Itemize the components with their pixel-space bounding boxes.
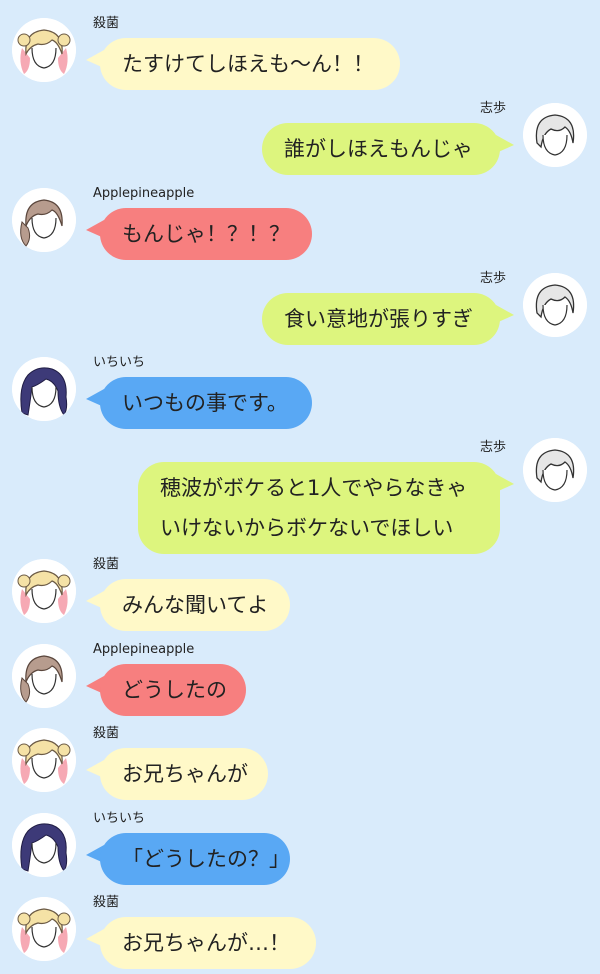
message-row: いちいちいつもの事です。 [0, 351, 600, 429]
message-text: 穂波がボケると1人でやらなきゃ [160, 476, 468, 500]
gray-hair-avatar-icon[interactable] [523, 273, 587, 337]
gray-hair-avatar-icon[interactable] [523, 103, 587, 167]
message-bubble[interactable]: どうしたの [100, 664, 246, 716]
message-row: 殺菌たすけてしほえも〜ん！！ [0, 12, 600, 90]
brown-sidetail-avatar-icon[interactable] [12, 188, 76, 252]
message-bubble[interactable]: 誰がしほえもんじゃ [262, 123, 500, 175]
message-bubble[interactable]: もんじゃ！？！？ [100, 208, 312, 260]
gray-hair-avatar-icon[interactable] [523, 438, 587, 502]
message-row: 志歩食い意地が張りすぎ [0, 267, 600, 345]
chat-log: 殺菌 たすけてしほえも〜ん！！ 志歩 誰がしほえもんじゃ Applepineappl… [0, 0, 600, 974]
sender-name: いちいち [93, 811, 146, 826]
message-bubble[interactable]: みんな聞いてよ [100, 579, 290, 631]
message-text: 食い意地が張りすぎ [284, 307, 473, 331]
message-row: Applepineapple もんじゃ！？！？ [0, 182, 600, 260]
blonde-twintail-avatar-icon[interactable] [12, 897, 76, 961]
message-row: 殺菌お兄ちゃんが…！ [0, 891, 600, 969]
blonde-twintail-avatar-icon[interactable] [12, 18, 76, 82]
message-text: 誰がしほえもんじゃ [284, 137, 473, 161]
message-text: たすけてしほえも〜ん！！ [122, 52, 374, 76]
message-row: Applepineapple どうしたの [0, 638, 600, 716]
message-text: お兄ちゃんが…！ [122, 931, 290, 955]
brown-sidetail-avatar-icon[interactable] [12, 644, 76, 708]
message-row: 志歩誰がしほえもんじゃ [0, 97, 600, 175]
navy-long-hair-avatar-icon[interactable] [12, 813, 76, 877]
blonde-twintail-avatar-icon[interactable] [12, 728, 76, 792]
message-row: 殺菌お兄ちゃんが [0, 722, 600, 800]
message-text: 「どうしたの？」 [122, 847, 290, 871]
message-text: みんな聞いてよ [122, 593, 269, 617]
sender-name: いちいち [93, 355, 146, 370]
blonde-twintail-avatar-icon[interactable] [12, 559, 76, 623]
message-bubble[interactable]: いつもの事です。 [100, 377, 312, 429]
sender-name: 殺菌 [93, 16, 120, 31]
sender-name: Applepineapple [93, 186, 195, 201]
message-text: いけないからボケないでほしい [160, 516, 454, 540]
message-bubble[interactable]: 穂波がボケると1人でやらなきゃ いけないからボケないでほしい [138, 462, 500, 554]
sender-name: Applepineapple [93, 642, 195, 657]
sender-name: 志歩 [479, 101, 506, 116]
sender-name: 志歩 [479, 440, 506, 455]
navy-long-hair-avatar-icon[interactable] [12, 357, 76, 421]
sender-name: 志歩 [479, 271, 506, 286]
message-row: いちいち「どうしたの？」 [0, 807, 600, 885]
message-bubble[interactable]: お兄ちゃんが…！ [100, 917, 316, 969]
message-row: 殺菌みんな聞いてよ [0, 553, 600, 631]
message-text: もんじゃ！？！？ [122, 222, 290, 246]
sender-name: 殺菌 [93, 726, 120, 741]
message-text: お兄ちゃんが [122, 762, 248, 786]
message-bubble[interactable]: お兄ちゃんが [100, 748, 268, 800]
message-bubble[interactable]: 「どうしたの？」 [100, 833, 290, 885]
message-bubble[interactable]: 食い意地が張りすぎ [262, 293, 500, 345]
message-text: どうしたの [122, 678, 227, 702]
message-text: いつもの事です。 [122, 391, 288, 415]
message-bubble[interactable]: たすけてしほえも〜ん！！ [100, 38, 400, 90]
sender-name: 殺菌 [93, 895, 120, 910]
message-row: 志歩穂波がボケると1人でやらなきゃ いけないからボケないでほしい [0, 436, 600, 554]
sender-name: 殺菌 [93, 557, 120, 572]
